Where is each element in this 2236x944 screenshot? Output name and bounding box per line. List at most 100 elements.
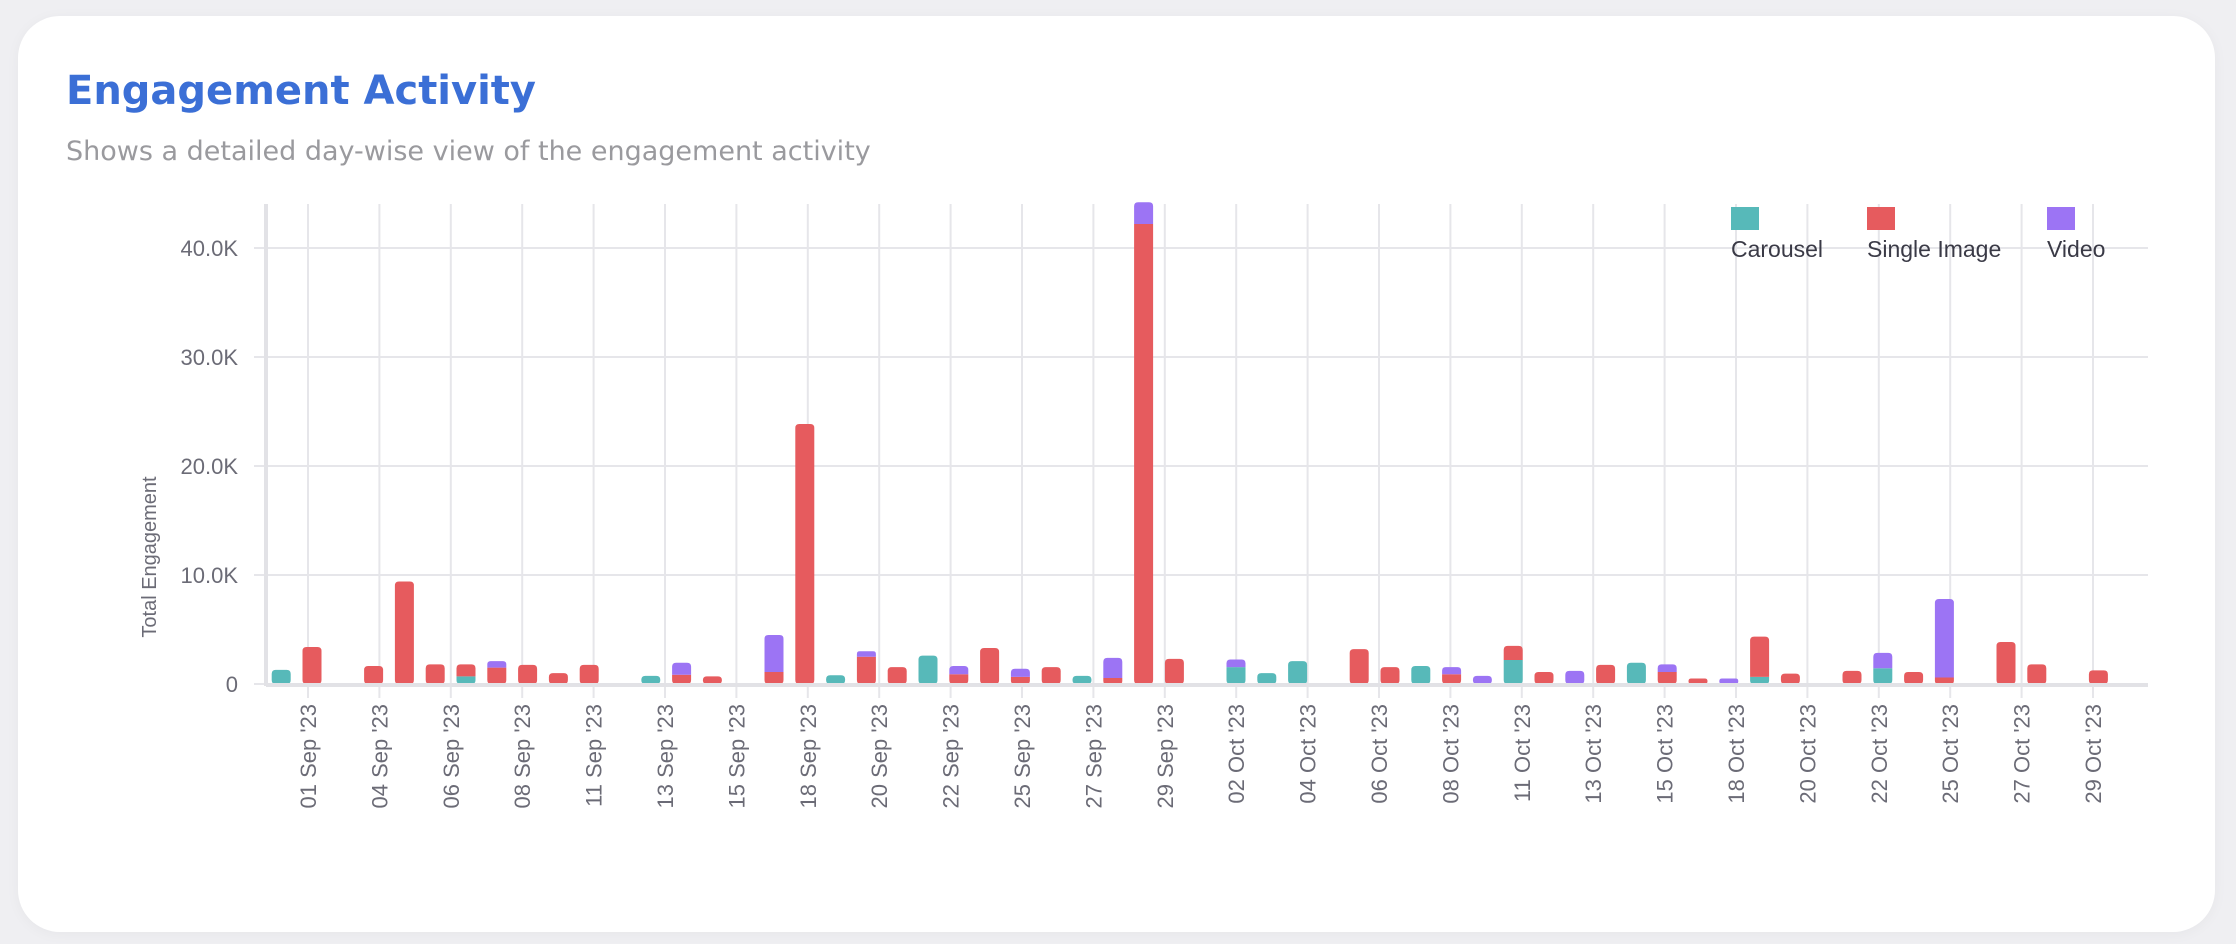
bar-stack[interactable] [1103, 657, 1123, 684]
bar-segment-single-image[interactable] [1041, 667, 1061, 684]
bar-segment-single-image[interactable] [1780, 673, 1800, 684]
bar-stack[interactable] [518, 664, 538, 684]
bar-stack[interactable] [1041, 667, 1061, 684]
bar-stack[interactable] [271, 669, 291, 684]
bar-segment-single-image[interactable] [1134, 224, 1154, 684]
bar-stack[interactable] [1996, 642, 2016, 684]
bar-stack[interactable] [1411, 666, 1431, 684]
bar-segment-carousel[interactable] [918, 655, 938, 684]
bar-segment-single-image[interactable] [1380, 667, 1400, 684]
bar-stack[interactable] [1257, 673, 1277, 684]
legend-item-video[interactable]: Video [2047, 207, 2105, 262]
bar-stack[interactable] [579, 664, 599, 684]
bar-segment-video[interactable] [1472, 675, 1492, 684]
bar-segment-single-image[interactable] [1842, 670, 1862, 684]
bar-segment-single-image[interactable] [579, 664, 599, 684]
bar-stack[interactable] [425, 664, 445, 684]
bar-stack[interactable] [702, 676, 722, 684]
bar-segment-video[interactable] [764, 634, 784, 673]
bar-segment-single-image[interactable] [1750, 636, 1770, 677]
bar-stack[interactable] [949, 666, 969, 684]
bar-segment-carousel[interactable] [1503, 660, 1523, 684]
bar-stack[interactable] [1750, 636, 1770, 684]
bar-stack[interactable] [1780, 673, 1800, 684]
bar-stack[interactable] [1534, 672, 1554, 684]
bar-stack[interactable] [1164, 658, 1184, 684]
bar-segment-single-image[interactable] [1534, 672, 1554, 684]
bar-segment-single-image[interactable] [2088, 670, 2108, 684]
bar-stack[interactable] [764, 634, 784, 684]
bar-stack[interactable] [795, 424, 815, 684]
bar-stack[interactable] [2027, 664, 2047, 684]
bar-stack[interactable] [1503, 645, 1523, 684]
bar-stack[interactable] [918, 655, 938, 684]
bar-segment-carousel[interactable] [1626, 662, 1646, 684]
bar-segment-single-image[interactable] [795, 424, 815, 684]
bar-segment-carousel[interactable] [271, 669, 291, 684]
bar-segment-video[interactable] [1565, 670, 1585, 684]
legend-item-single-image[interactable]: Single Image [1867, 207, 2001, 262]
bar-stack[interactable] [1134, 202, 1154, 684]
bar-segment-video[interactable] [1442, 667, 1462, 675]
bar-stack[interactable] [394, 581, 414, 684]
bar-stack[interactable] [1934, 598, 1954, 684]
bar-segment-single-image[interactable] [1349, 649, 1369, 684]
bar-stack[interactable] [641, 675, 661, 684]
bar-segment-single-image[interactable] [518, 664, 538, 684]
bar-segment-video[interactable] [1103, 657, 1123, 679]
bar-stack[interactable] [1565, 670, 1585, 684]
bar-segment-video[interactable] [1934, 598, 1954, 678]
bar-segment-carousel[interactable] [1257, 673, 1277, 684]
bar-segment-single-image[interactable] [394, 581, 414, 684]
bar-segment-single-image[interactable] [1442, 674, 1462, 684]
bar-segment-carousel[interactable] [1750, 676, 1770, 684]
bar-stack[interactable] [364, 666, 384, 684]
bar-segment-single-image[interactable] [949, 674, 969, 684]
bar-segment-video[interactable] [1657, 664, 1677, 673]
bar-stack[interactable] [1596, 664, 1616, 684]
bar-stack[interactable] [856, 651, 876, 684]
bar-stack[interactable] [1349, 649, 1369, 684]
bar-segment-single-image[interactable] [764, 672, 784, 684]
bar-stack[interactable] [2088, 670, 2108, 684]
bar-segment-single-image[interactable] [702, 676, 722, 684]
bar-stack[interactable] [1472, 675, 1492, 684]
bar-segment-carousel[interactable] [1873, 668, 1893, 684]
bar-segment-single-image[interactable] [1164, 658, 1184, 684]
bar-segment-single-image[interactable] [856, 656, 876, 684]
bar-segment-carousel[interactable] [826, 675, 846, 684]
bar-stack[interactable] [826, 675, 846, 684]
bar-segment-single-image[interactable] [487, 667, 507, 684]
bar-segment-single-image[interactable] [302, 646, 322, 684]
bar-segment-single-image[interactable] [1503, 645, 1523, 661]
bar-stack[interactable] [1842, 670, 1862, 684]
bar-stack[interactable] [1072, 675, 1092, 684]
bar-segment-single-image[interactable] [548, 673, 568, 684]
bar-segment-video[interactable] [1226, 659, 1246, 668]
bar-stack[interactable] [672, 662, 692, 684]
bar-stack[interactable] [1626, 662, 1646, 684]
bar-stack[interactable] [302, 646, 322, 684]
bar-segment-carousel[interactable] [1288, 661, 1308, 684]
bar-stack[interactable] [548, 673, 568, 684]
bar-segment-carousel[interactable] [641, 675, 661, 684]
bar-segment-video[interactable] [1010, 668, 1030, 677]
bar-segment-single-image[interactable] [887, 667, 907, 684]
bar-segment-single-image[interactable] [980, 648, 1000, 684]
bar-stack[interactable] [1873, 652, 1893, 684]
bar-segment-single-image[interactable] [1657, 672, 1677, 684]
bar-segment-single-image[interactable] [672, 674, 692, 684]
bar-segment-single-image[interactable] [1596, 664, 1616, 684]
bar-stack[interactable] [1657, 664, 1677, 684]
bar-segment-single-image[interactable] [1904, 672, 1924, 684]
bar-segment-carousel[interactable] [456, 676, 476, 684]
bar-segment-video[interactable] [1873, 652, 1893, 669]
bar-segment-single-image[interactable] [1010, 676, 1030, 684]
bar-segment-video[interactable] [487, 661, 507, 668]
bar-segment-video[interactable] [949, 666, 969, 675]
bar-stack[interactable] [1904, 672, 1924, 684]
bar-segment-video[interactable] [672, 662, 692, 675]
bar-segment-video[interactable] [1134, 202, 1154, 225]
bar-stack[interactable] [487, 661, 507, 684]
bar-segment-single-image[interactable] [2027, 664, 2047, 684]
